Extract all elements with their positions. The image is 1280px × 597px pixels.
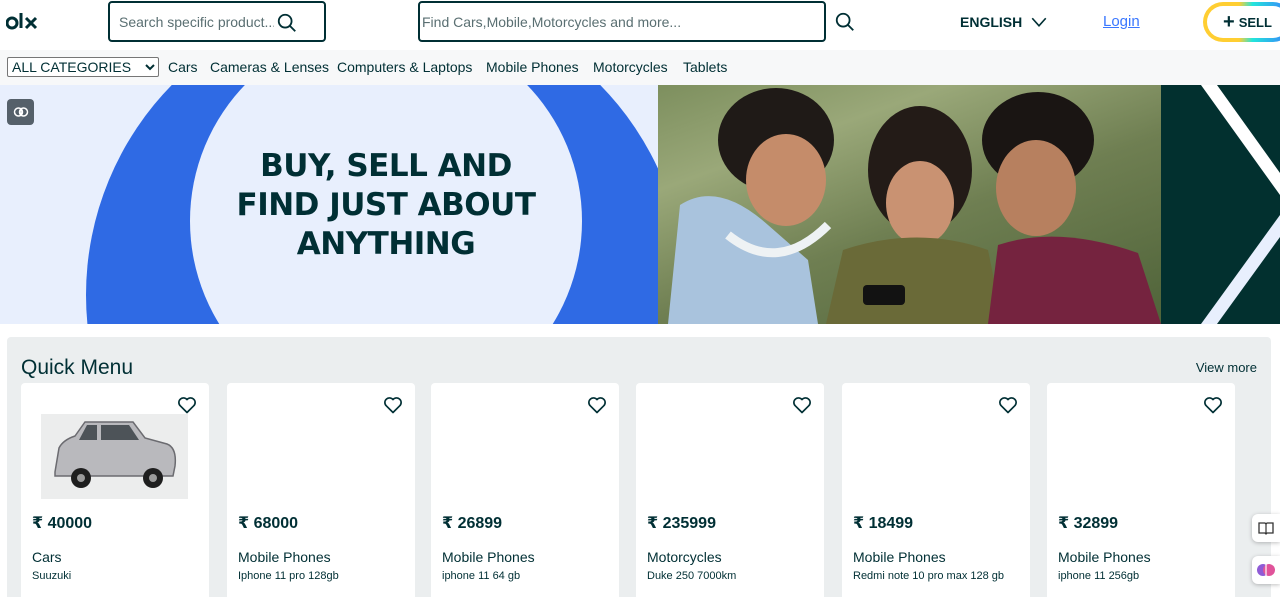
search-button-icon[interactable] bbox=[834, 11, 856, 33]
category-bar: ALL CATEGORIES Cars Cameras & Lenses Com… bbox=[0, 50, 1280, 85]
banner-arrow-panel bbox=[1161, 85, 1280, 324]
product-title: iphone 11 64 gb bbox=[442, 570, 521, 582]
banner-line-1: BUY, SELL AND bbox=[260, 148, 512, 184]
product-title: iphone 11 256gb bbox=[1058, 570, 1140, 582]
product-card[interactable]: ₹ 40000 Cars Suuzuki bbox=[21, 383, 209, 597]
main-search-box[interactable] bbox=[418, 1, 826, 42]
product-title: Redmi note 10 pro max 128 gb bbox=[853, 570, 1005, 582]
heart-icon[interactable] bbox=[587, 395, 607, 415]
banner-text-panel: BUY, SELL AND FIND JUST ABOUT ANYTHING bbox=[0, 85, 658, 324]
sell-button[interactable]: + SELL bbox=[1203, 2, 1280, 42]
chevron-down-icon bbox=[1031, 17, 1047, 27]
sell-label: SELL bbox=[1238, 14, 1272, 30]
banner-line-3: ANYTHING bbox=[296, 226, 476, 262]
product-price: ₹ 235999 bbox=[647, 515, 716, 532]
olx-logo-icon bbox=[6, 13, 38, 30]
product-card[interactable]: ₹ 32899 Mobile Phones iphone 11 256gb bbox=[1047, 383, 1235, 597]
book-icon bbox=[1258, 522, 1274, 535]
category-select[interactable]: ALL CATEGORIES bbox=[7, 57, 159, 77]
reader-mode-button[interactable] bbox=[1252, 514, 1280, 542]
product-category: Mobile Phones bbox=[442, 549, 535, 565]
product-category: Mobile Phones bbox=[238, 549, 331, 565]
category-link-mobile-phones[interactable]: Mobile Phones bbox=[486, 59, 579, 75]
banner-badge[interactable] bbox=[7, 99, 34, 125]
quick-menu: Quick Menu View more ₹ 40000 Cars Suuzuk… bbox=[7, 337, 1271, 597]
brain-icon bbox=[1257, 564, 1275, 576]
product-image bbox=[41, 414, 188, 499]
category-link-motorcycles[interactable]: Motorcycles bbox=[593, 59, 668, 75]
product-title: Duke 250 7000km bbox=[647, 570, 737, 582]
product-category: Mobile Phones bbox=[1058, 549, 1151, 565]
product-card[interactable]: ₹ 235999 Motorcycles Duke 250 7000km bbox=[636, 383, 824, 597]
banner-headline: BUY, SELL AND FIND JUST ABOUT ANYTHING bbox=[190, 147, 582, 264]
product-card[interactable]: ₹ 18499 Mobile Phones Redmi note 10 pro … bbox=[842, 383, 1030, 597]
category-link-computers[interactable]: Computers & Laptops bbox=[337, 59, 472, 75]
product-card[interactable]: ₹ 68000 Mobile Phones Iphone 11 pro 128g… bbox=[227, 383, 415, 597]
product-search-input[interactable] bbox=[119, 13, 274, 30]
language-label: ENGLISH bbox=[960, 14, 1023, 30]
product-category: Cars bbox=[32, 549, 62, 565]
product-title: Iphone 11 pro 128gb bbox=[238, 570, 339, 582]
product-price: ₹ 68000 bbox=[238, 515, 299, 532]
category-link-tablets[interactable]: Tablets bbox=[683, 59, 727, 75]
product-price: ₹ 40000 bbox=[32, 515, 93, 532]
product-price: ₹ 32899 bbox=[1058, 515, 1119, 532]
product-price: ₹ 18499 bbox=[853, 515, 914, 532]
product-category: Motorcycles bbox=[647, 549, 722, 565]
banner-line-2: FIND JUST ABOUT bbox=[236, 187, 536, 223]
heart-icon[interactable] bbox=[792, 395, 812, 415]
heart-icon[interactable] bbox=[177, 395, 197, 415]
category-link-cameras[interactable]: Cameras & Lenses bbox=[210, 59, 329, 75]
brain-icon bbox=[13, 107, 28, 117]
main-search-input[interactable] bbox=[422, 13, 817, 30]
login-link[interactable]: Login bbox=[1103, 13, 1140, 30]
people-illustration bbox=[668, 88, 1161, 324]
heart-icon[interactable] bbox=[383, 395, 403, 415]
banner-photo bbox=[658, 85, 1161, 324]
search-icon[interactable] bbox=[276, 12, 298, 34]
plus-icon: + bbox=[1223, 11, 1235, 33]
car-image bbox=[54, 421, 177, 488]
arrow-graphic bbox=[1201, 85, 1280, 324]
heart-icon[interactable] bbox=[998, 395, 1018, 415]
product-card[interactable]: ₹ 26899 Mobile Phones iphone 11 64 gb bbox=[431, 383, 619, 597]
heart-icon[interactable] bbox=[1203, 395, 1223, 415]
product-category: Mobile Phones bbox=[853, 549, 946, 565]
product-search-box[interactable] bbox=[108, 1, 326, 42]
view-more-link[interactable]: View more bbox=[1196, 360, 1257, 375]
language-selector[interactable]: ENGLISH bbox=[960, 13, 1048, 31]
product-title: Suuzuki bbox=[32, 570, 72, 582]
olx-logo[interactable] bbox=[6, 11, 42, 33]
category-link-cars[interactable]: Cars bbox=[168, 59, 198, 75]
ai-assistant-button[interactable] bbox=[1252, 556, 1280, 584]
product-price: ₹ 26899 bbox=[442, 515, 503, 532]
quick-menu-title: Quick Menu bbox=[21, 356, 134, 379]
header: ENGLISH Login + SELL bbox=[0, 0, 1280, 50]
hero-banner[interactable]: BUY, SELL AND FIND JUST ABOUT ANYTHING bbox=[0, 85, 1280, 324]
